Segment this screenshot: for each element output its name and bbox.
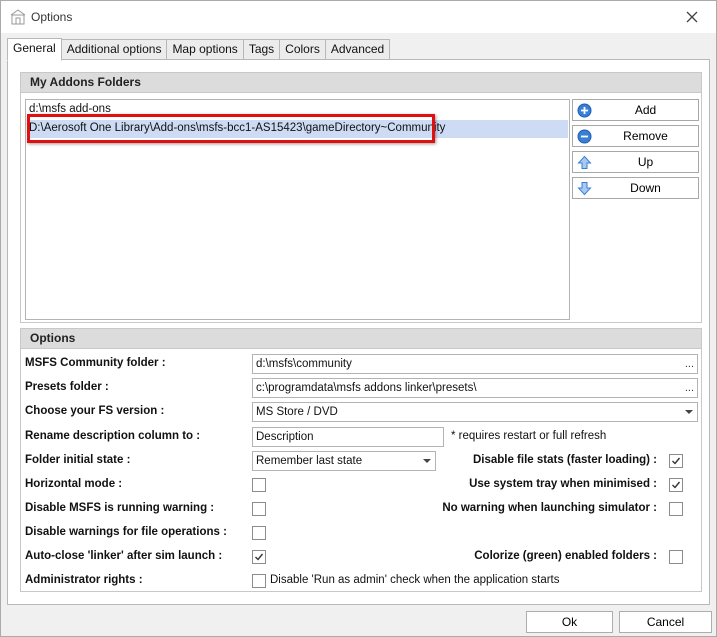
restart-note: * requires restart or full refresh xyxy=(451,430,607,442)
system-tray-checkbox[interactable] xyxy=(669,478,683,492)
no-warning-launch-label: No warning when launching simulator : xyxy=(442,502,657,514)
presets-folder-field[interactable]: c:\programdata\msfs addons linker\preset… xyxy=(252,378,698,398)
system-tray-label: Use system tray when minimised : xyxy=(469,478,657,490)
admin-rights-checkbox-text[interactable]: Disable 'Run as admin' check when the ap… xyxy=(270,574,560,586)
rename-column-label: Rename description column to : xyxy=(25,430,201,442)
remove-button-label: Remove xyxy=(623,129,668,143)
auto-close-label: Auto-close 'linker' after sim launch : xyxy=(25,550,223,562)
fs-version-select[interactable]: MS Store / DVD xyxy=(252,402,698,422)
addons-folders-group: My Addons Folders d:\msfs add-ons D:\Aer… xyxy=(20,72,702,323)
presets-folder-value: c:\programdata\msfs addons linker\preset… xyxy=(256,382,477,394)
disable-running-warning-checkbox[interactable] xyxy=(252,502,266,516)
tab-map-options[interactable]: Map options xyxy=(167,39,244,60)
no-warning-launch-checkbox[interactable] xyxy=(669,502,683,516)
add-button-label: Add xyxy=(634,103,657,117)
up-button-label: Up xyxy=(637,155,654,169)
add-circle-icon xyxy=(577,103,592,118)
rename-column-value: Description xyxy=(256,431,314,443)
disable-file-stats-checkbox[interactable] xyxy=(669,454,683,468)
up-button[interactable]: Up xyxy=(572,151,699,173)
horizontal-mode-checkbox[interactable] xyxy=(252,478,266,492)
folder-path: D:\Aerosoft One Library\Add-ons\msfs-bcc… xyxy=(29,122,446,134)
folder-state-label: Folder initial state : xyxy=(25,454,131,466)
tab-tags[interactable]: Tags xyxy=(243,39,281,60)
colorize-label: Colorize (green) enabled folders : xyxy=(474,550,657,562)
folder-path: d:\msfs add-ons xyxy=(29,103,111,115)
ok-button[interactable]: Ok xyxy=(526,611,613,633)
tab-colors[interactable]: Colors xyxy=(280,39,326,60)
presets-folder-browse-button[interactable]: ... xyxy=(685,379,694,397)
checkmark-icon xyxy=(672,481,681,489)
cancel-button[interactable]: Cancel xyxy=(619,611,712,633)
arrow-up-icon xyxy=(577,155,592,169)
chevron-down-icon xyxy=(423,459,431,463)
tab-general[interactable]: General xyxy=(7,38,62,61)
options-header: Options xyxy=(21,329,701,349)
community-folder-browse-button[interactable]: ... xyxy=(685,355,694,373)
presets-folder-label: Presets folder : xyxy=(25,381,109,393)
options-group: Options MSFS Community folder : d:\msfs\… xyxy=(20,328,702,592)
tab-strip: General Additional options Map options T… xyxy=(7,38,391,61)
disable-file-warnings-checkbox[interactable] xyxy=(252,526,266,540)
remove-circle-icon xyxy=(577,129,592,144)
title-bar: Options xyxy=(1,1,716,33)
options-app-icon xyxy=(10,9,26,25)
tab-additional-options[interactable]: Additional options xyxy=(61,39,168,60)
community-folder-value: d:\msfs\community xyxy=(256,358,352,370)
addons-folder-list[interactable]: d:\msfs add-ons D:\Aerosoft One Library\… xyxy=(25,99,570,320)
folder-state-value: Remember last state xyxy=(256,455,363,467)
folder-state-select[interactable]: Remember last state xyxy=(252,451,436,471)
options-window: Options General Additional options Map o… xyxy=(0,0,717,637)
disable-file-stats-label: Disable file stats (faster loading) : xyxy=(472,454,657,466)
chevron-down-icon xyxy=(685,410,693,414)
addons-folders-header: My Addons Folders xyxy=(21,73,701,93)
auto-close-checkbox[interactable] xyxy=(252,550,266,564)
disable-file-warnings-label: Disable warnings for file operations : xyxy=(25,526,227,538)
fs-version-label: Choose your FS version : xyxy=(25,405,165,417)
add-button[interactable]: Add xyxy=(572,99,699,121)
folder-list-item[interactable]: d:\msfs add-ons xyxy=(27,101,568,119)
colorize-checkbox[interactable] xyxy=(669,550,683,564)
tab-advanced[interactable]: Advanced xyxy=(325,39,391,60)
checkmark-icon xyxy=(672,457,681,465)
rename-column-input[interactable]: Description xyxy=(252,427,444,447)
remove-button[interactable]: Remove xyxy=(572,125,699,147)
checkmark-icon xyxy=(255,553,264,561)
community-folder-label: MSFS Community folder : xyxy=(25,357,166,369)
arrow-down-icon xyxy=(577,182,592,196)
close-button[interactable] xyxy=(678,6,706,28)
admin-rights-label: Administrator rights : xyxy=(25,574,143,586)
down-button-label: Down xyxy=(630,181,661,195)
close-icon xyxy=(686,11,698,23)
fs-version-value: MS Store / DVD xyxy=(256,406,338,418)
folder-list-item-selected[interactable]: D:\Aerosoft One Library\Add-ons\msfs-bcc… xyxy=(27,114,568,143)
disable-running-warning-label: Disable MSFS is running warning : xyxy=(25,502,215,514)
general-tab-page: My Addons Folders d:\msfs add-ons D:\Aer… xyxy=(7,59,710,605)
horizontal-mode-label: Horizontal mode : xyxy=(25,478,123,490)
down-button[interactable]: Down xyxy=(572,177,699,199)
admin-rights-checkbox[interactable] xyxy=(252,574,266,588)
community-folder-field[interactable]: d:\msfs\community ... xyxy=(252,354,698,374)
window-title: Options xyxy=(31,10,73,24)
